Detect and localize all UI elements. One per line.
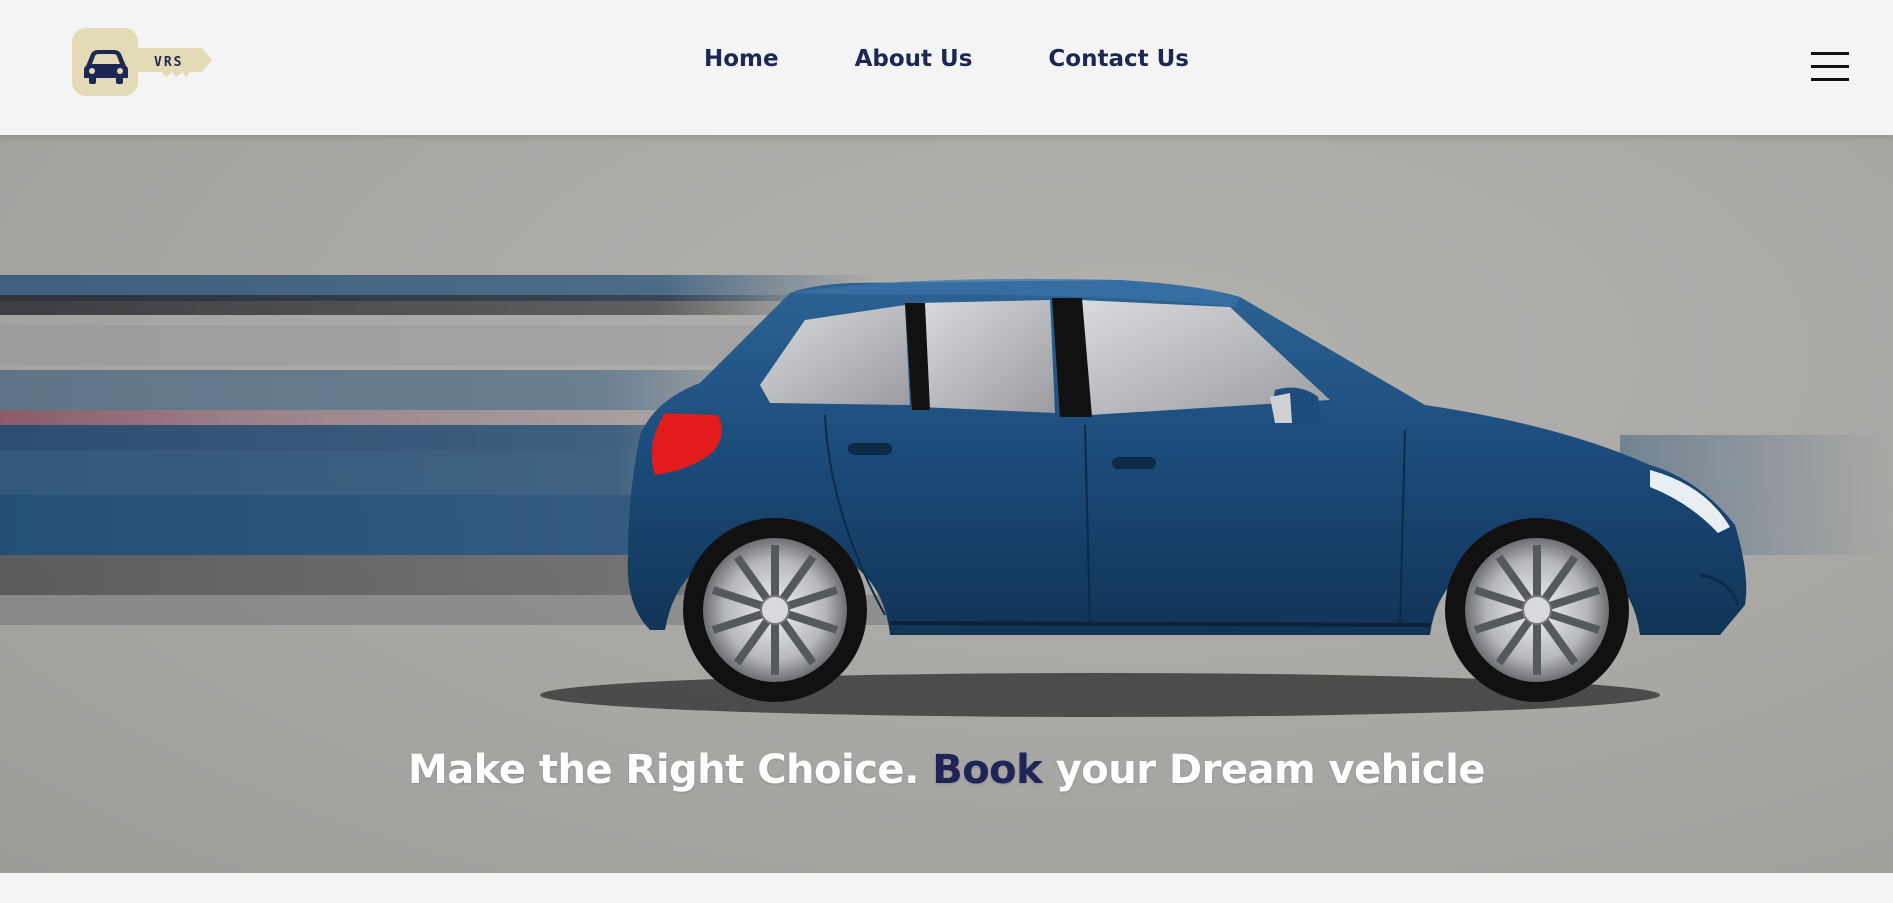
menu-bar [1811, 65, 1849, 68]
logo[interactable]: VRS [72, 28, 212, 98]
menu-bar [1811, 78, 1849, 81]
hero-tagline: Make the Right Choice. Book your Dream v… [0, 747, 1893, 793]
hamburger-menu-icon[interactable] [1811, 52, 1849, 82]
logo-text: VRS [154, 55, 183, 70]
car-key-icon [72, 28, 212, 96]
tagline-text: your Dream vehicle [1055, 747, 1486, 793]
main-nav: Home About Us Contact Us [0, 46, 1893, 72]
tagline-text: Make the Right Choice. [408, 747, 919, 793]
hero-section: Make the Right Choice. Book your Dream v… [0, 135, 1893, 873]
page-bottom-strip [0, 873, 1893, 903]
nav-link-home[interactable]: Home [704, 46, 779, 72]
navbar: VRS Home About Us Contact Us [0, 0, 1893, 135]
nav-link-about-us[interactable]: About Us [855, 46, 973, 72]
tagline-accent-book: Book [932, 747, 1043, 793]
menu-bar [1811, 52, 1849, 55]
nav-link-contact-us[interactable]: Contact Us [1048, 46, 1189, 72]
